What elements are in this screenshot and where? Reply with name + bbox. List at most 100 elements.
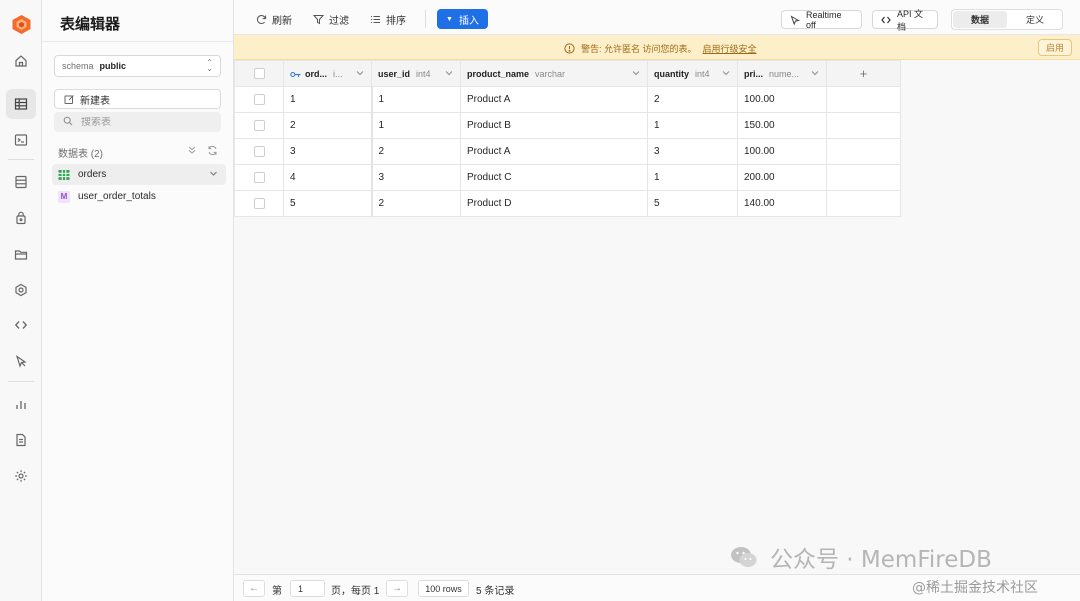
cell-price[interactable]: 100.00 xyxy=(737,138,827,165)
row-checkbox[interactable] xyxy=(253,172,265,183)
cell-order-id[interactable]: 4 xyxy=(283,164,373,191)
cell-quantity[interactable]: 3 xyxy=(647,138,738,165)
enable-rls-link[interactable]: 启用行级安全 xyxy=(703,42,757,55)
cell-quantity[interactable]: 2 xyxy=(647,86,738,113)
sql-editor-icon[interactable] xyxy=(11,130,31,150)
refresh-tables-icon[interactable] xyxy=(207,145,218,159)
page-input[interactable]: 1 xyxy=(290,580,325,597)
select-all-checkbox[interactable] xyxy=(253,68,265,79)
chevron-down-icon[interactable] xyxy=(811,69,819,79)
row-checkbox[interactable] xyxy=(253,146,265,157)
next-page-button[interactable]: → xyxy=(386,580,408,597)
column-header-user-id[interactable]: user_id int4 xyxy=(371,60,461,87)
table-row[interactable]: 4 3 Product C 1 200.00 xyxy=(234,164,901,191)
new-table-label: 新建表 xyxy=(80,95,110,107)
cell-price[interactable]: 140.00 xyxy=(737,190,827,217)
cell-price[interactable]: 100.00 xyxy=(737,86,827,113)
cell-user-id[interactable]: 2 xyxy=(371,190,461,217)
column-header-quantity[interactable]: quantity int4 xyxy=(647,60,738,87)
cell-product-name[interactable]: Product C xyxy=(460,164,648,191)
table-row[interactable]: 5 2 Product D 5 140.00 xyxy=(234,190,901,217)
refresh-button[interactable]: 刷新 xyxy=(256,9,292,29)
row-select-cell xyxy=(234,86,284,113)
docs-icon[interactable] xyxy=(11,430,31,450)
table-row[interactable]: 1 1 Product A 2 100.00 xyxy=(234,86,901,113)
auth-icon[interactable] xyxy=(11,208,31,228)
cell-quantity[interactable]: 5 xyxy=(647,190,738,217)
sort-icon xyxy=(370,14,381,25)
functions-icon[interactable] xyxy=(11,280,31,300)
search-box[interactable] xyxy=(54,112,221,132)
cell-user-id[interactable]: 1 xyxy=(371,86,461,113)
cell-order-id[interactable]: 1 xyxy=(283,86,373,113)
realtime-toggle[interactable]: Realtime off xyxy=(781,10,862,30)
cell-user-id[interactable]: 1 xyxy=(371,112,461,139)
sort-button[interactable]: 排序 xyxy=(370,9,406,29)
cell-user-id[interactable]: 3 xyxy=(371,164,461,191)
table-item-user-order-totals[interactable]: M user_order_totals xyxy=(52,186,226,207)
column-header-order-id[interactable]: ord... i... xyxy=(283,60,372,87)
rail-divider xyxy=(8,381,34,382)
chevron-down-icon[interactable] xyxy=(445,69,453,79)
insert-button[interactable]: ▼ 插入 xyxy=(437,9,488,29)
cell-user-id[interactable]: 2 xyxy=(371,138,461,165)
api-icon[interactable] xyxy=(11,315,31,335)
cell-product-name[interactable]: Product B xyxy=(460,112,648,139)
table-icon xyxy=(58,169,70,181)
rows-per-page-select[interactable]: 100 rows xyxy=(418,580,469,597)
table-item-orders[interactable]: orders xyxy=(52,164,226,185)
table-row[interactable]: 3 2 Product A 3 100.00 xyxy=(234,138,901,165)
chevron-down-icon[interactable] xyxy=(209,169,218,181)
empty-cell xyxy=(826,164,901,191)
cell-order-id[interactable]: 5 xyxy=(283,190,373,217)
cell-price[interactable]: 200.00 xyxy=(737,164,827,191)
juejin-watermark: @稀土掘金技术社区 xyxy=(912,580,1038,596)
schema-select[interactable]: schema public ⌃ ⌄ xyxy=(54,55,221,77)
settings-icon[interactable] xyxy=(11,466,31,486)
row-checkbox[interactable] xyxy=(253,198,265,209)
column-header-price[interactable]: pri... nume... xyxy=(737,60,827,87)
row-checkbox[interactable] xyxy=(253,120,265,131)
cursor-icon[interactable] xyxy=(11,351,31,371)
table-row[interactable]: 2 1 Product B 1 150.00 xyxy=(234,112,901,139)
new-table-button[interactable]: 新建表 xyxy=(54,89,221,109)
cell-product-name[interactable]: Product A xyxy=(460,86,648,113)
table-name: user_order_totals xyxy=(78,191,156,202)
search-input[interactable] xyxy=(81,116,201,128)
cell-order-id[interactable]: 2 xyxy=(283,112,373,139)
reports-icon[interactable] xyxy=(11,394,31,414)
add-column-button[interactable]: + xyxy=(826,60,901,87)
row-select-cell xyxy=(234,190,284,217)
column-name: user_id xyxy=(378,68,411,79)
schema-value: public xyxy=(99,61,127,71)
home-icon[interactable] xyxy=(11,51,31,71)
tab-data[interactable]: 数据 xyxy=(953,11,1007,28)
chevron-down-icon[interactable] xyxy=(632,69,640,79)
storage-icon[interactable] xyxy=(11,244,31,264)
tab-definition[interactable]: 定义 xyxy=(1008,10,1062,29)
logo-icon[interactable] xyxy=(11,14,32,35)
sort-label: 排序 xyxy=(386,15,406,27)
enable-rls-button[interactable]: 启用 xyxy=(1038,39,1072,56)
sidebar-divider xyxy=(42,41,234,42)
cell-order-id[interactable]: 3 xyxy=(283,138,373,165)
collapse-all-icon[interactable] xyxy=(187,145,197,158)
icon-rail xyxy=(0,0,42,601)
header-row: ord... i... user_id int4 product_name varch… xyxy=(234,60,901,87)
column-header-product-name[interactable]: product_name varchar xyxy=(460,60,648,87)
cell-product-name[interactable]: Product A xyxy=(460,138,648,165)
api-docs-button[interactable]: API 文档 xyxy=(872,9,938,32)
cell-quantity[interactable]: 1 xyxy=(647,112,738,139)
chevron-down-icon[interactable] xyxy=(356,69,364,79)
toolbar-divider xyxy=(425,10,426,28)
cell-quantity[interactable]: 1 xyxy=(647,164,738,191)
cell-price[interactable]: 150.00 xyxy=(737,112,827,139)
database-icon[interactable] xyxy=(11,172,31,192)
filter-button[interactable]: 过滤 xyxy=(313,9,349,29)
row-checkbox[interactable] xyxy=(253,94,265,105)
chevron-down-icon[interactable] xyxy=(722,69,730,79)
prev-page-button[interactable]: ← xyxy=(243,580,265,597)
cell-product-name[interactable]: Product D xyxy=(460,190,648,217)
table-editor-icon[interactable] xyxy=(6,89,36,119)
column-type: int4 xyxy=(695,68,710,79)
